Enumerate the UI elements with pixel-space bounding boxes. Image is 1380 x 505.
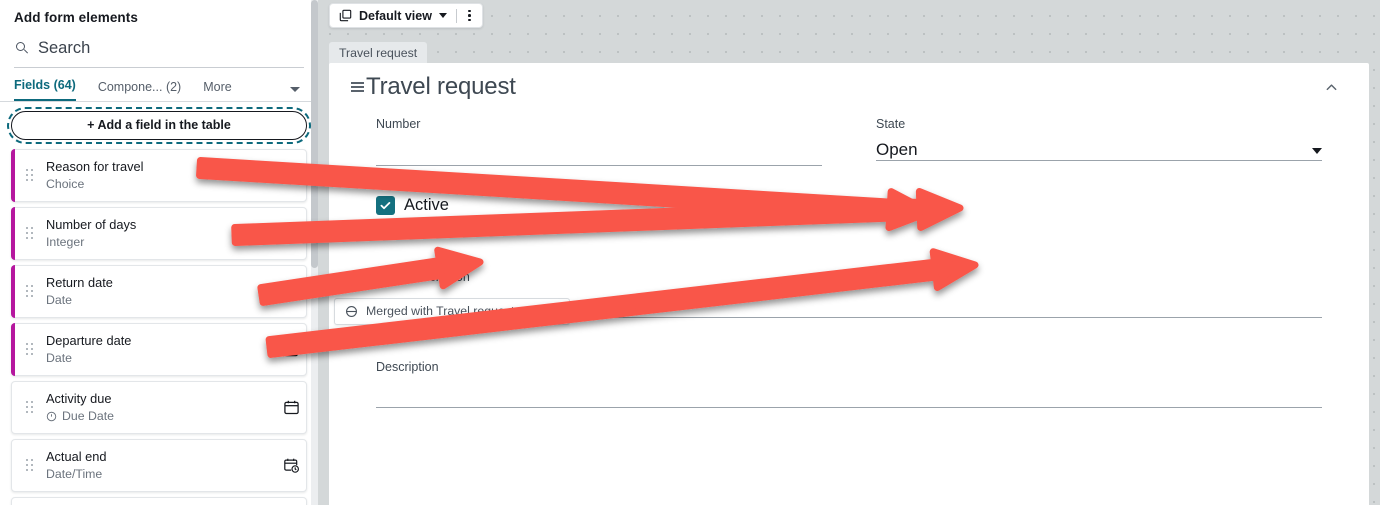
tab-components-count: (2)	[165, 80, 182, 94]
app-root: Add form elements Search Fields (64) Com…	[0, 0, 1380, 505]
chevron-down-icon[interactable]	[438, 13, 447, 18]
field-type: Date/Time	[46, 466, 276, 483]
short-description-label: Short description	[376, 270, 470, 284]
state-label: State	[876, 117, 906, 131]
field-type-label: Date/Time	[46, 467, 103, 481]
field-text: Activity due Due Date	[46, 390, 276, 425]
number-field-group: Number	[376, 117, 822, 166]
drag-handle-icon[interactable]	[26, 168, 42, 183]
drag-handle-icon[interactable]	[26, 458, 42, 473]
add-form-elements-panel: Add form elements Search Fields (64) Com…	[0, 0, 318, 505]
description-group: Description	[376, 360, 1322, 408]
more-vertical-icon[interactable]	[466, 9, 473, 22]
list-item[interactable]: Reason for travel Choice	[11, 149, 307, 202]
field-text: Actual end Date/Time	[46, 448, 276, 483]
form-section-header: Travel request	[329, 63, 1369, 101]
merged-badge-text: Merged with Travel request section	[366, 304, 557, 318]
field-type-label: Choice	[46, 177, 85, 191]
divider	[455, 8, 457, 23]
field-type-label: Integer	[46, 235, 85, 249]
default-view-selector[interactable]: Default view	[329, 3, 483, 28]
merge-icon	[346, 305, 357, 317]
calendar-icon	[276, 399, 306, 416]
state-underline	[876, 160, 1322, 161]
field-name: Number of days	[46, 217, 137, 232]
drag-handle-icon[interactable]	[26, 284, 42, 299]
list-item[interactable]: Number of days Integer	[11, 207, 307, 260]
field-type: Integer	[46, 234, 276, 251]
field-name: Reason for travel	[46, 159, 144, 174]
list-item[interactable]: Activity due Due Date	[11, 381, 307, 434]
calendar-icon	[276, 342, 306, 358]
active-checkbox-row: Active	[329, 166, 1369, 215]
chevron-down-icon[interactable]	[1312, 148, 1322, 154]
field-type-label: Date	[46, 293, 72, 307]
field-name: Actual end	[46, 449, 107, 464]
chevron-up-icon[interactable]	[1324, 80, 1339, 95]
drag-handle-icon[interactable]	[26, 342, 42, 357]
field-type: Choice	[46, 176, 276, 193]
field-text: Return date Date	[46, 274, 276, 309]
search-placeholder: Search	[38, 39, 91, 57]
form-row-1: Number State Open	[329, 101, 1369, 166]
check-icon	[380, 202, 391, 210]
section-handle-icon[interactable]	[351, 80, 364, 95]
number-input[interactable]	[376, 165, 822, 166]
default-view-label: Default view	[359, 8, 432, 23]
number-label: Number	[376, 117, 421, 131]
field-text: Reason for travel Choice	[46, 158, 276, 193]
field-name: Return date	[46, 275, 113, 290]
choice-list-icon	[276, 168, 306, 184]
field-type: Date	[46, 350, 276, 367]
search-input[interactable]: Search	[14, 33, 304, 68]
tab-components[interactable]: Compone... (2)	[98, 76, 181, 101]
add-a-field-in-the-table-button[interactable]: + Add a field in the table	[7, 107, 311, 144]
tab-fields-label: Fields (64)	[14, 78, 76, 92]
search-icon	[16, 41, 29, 55]
field-list: Reason for travel Choice Number of days	[0, 146, 318, 505]
list-item[interactable]	[11, 497, 307, 505]
clock-icon	[46, 411, 57, 422]
state-selected-value: Open	[876, 140, 918, 159]
panel-title: Add form elements	[14, 10, 138, 25]
field-text: Departure date Date	[46, 332, 276, 367]
description-label: Description	[376, 360, 439, 374]
field-name: Activity due	[46, 391, 112, 406]
field-type-label: Date	[46, 351, 72, 365]
field-type-label: Due Date	[62, 409, 114, 423]
state-field-group: State Open	[876, 117, 1322, 166]
drag-handle-icon[interactable]	[26, 226, 42, 241]
active-checkbox[interactable]	[376, 196, 395, 215]
tab-fields[interactable]: Fields (64)	[14, 74, 76, 101]
field-text: Number of days Integer	[46, 216, 276, 251]
calendar-icon	[276, 284, 306, 300]
tab-more[interactable]: More	[203, 76, 231, 101]
calendar-clock-icon	[276, 457, 306, 474]
layers-icon	[339, 9, 352, 22]
drag-handle-icon[interactable]	[26, 400, 42, 415]
page-title: Travel request	[366, 73, 516, 100]
form-preview-card: Travel request Number State Open Active …	[329, 63, 1369, 505]
list-item[interactable]: Departure date Date	[11, 323, 307, 376]
tab-components-label: Compone...	[97, 80, 163, 94]
form-designer-canvas: Default view Travel request Travel reque…	[318, 0, 1380, 505]
description-input[interactable]	[376, 407, 1322, 408]
sidebar-scrollbar[interactable]	[311, 0, 318, 505]
section-tab-travel-request[interactable]: Travel request	[329, 42, 428, 65]
field-name: Departure date	[46, 333, 132, 348]
panel-tabs: Fields (64) Compone... (2) More	[0, 68, 318, 102]
merged-section-badge: Merged with Travel request section	[334, 298, 570, 325]
number-123-icon	[276, 226, 306, 242]
field-type: Due Date	[46, 408, 276, 425]
list-item[interactable]: Return date Date	[11, 265, 307, 318]
sidebar-scrollbar-thumb[interactable]	[311, 0, 318, 268]
tab-more-label: More	[203, 80, 232, 94]
field-type: Date	[46, 292, 276, 309]
chevron-down-icon[interactable]	[290, 87, 300, 92]
list-item[interactable]: Actual end Date/Time	[11, 439, 307, 492]
state-select[interactable]: Open	[876, 139, 1322, 160]
add-field-wrapper: + Add a field in the table	[0, 102, 318, 146]
active-label: Active	[404, 196, 449, 214]
